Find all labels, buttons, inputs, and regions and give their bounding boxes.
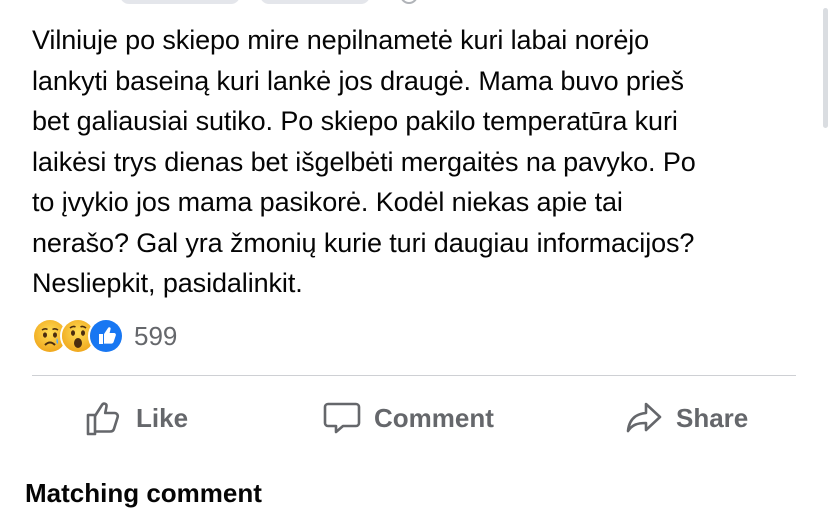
reaction-count: 599 [134,320,178,351]
post-text-line: lankyti baseiną kuri lankė jos draugė. M… [32,65,684,96]
post-actions-bar: Like Comment Share [0,392,828,444]
like-reaction-icon [88,318,124,354]
share-button[interactable]: Share [624,392,748,444]
post-text-line: Nesliepkit, pasidalinkit. [32,268,303,298]
truncated-header-placeholder [120,0,240,4]
post-text-line: bet galiausiai sutiko. Po skiepo pakilo … [32,106,678,136]
post-text: Vilniuje po skiepo mire nepilnametė kuri… [32,20,802,304]
share-label: Share [676,402,749,433]
scrollbar[interactable] [823,8,828,128]
comment-button[interactable]: Comment [322,392,494,444]
previous-content-fragment [120,0,480,6]
matching-comment-heading: Matching comment [25,478,262,508]
comment-bubble-icon [323,402,361,434]
share-arrow-icon [626,402,662,433]
comment-label: Comment [374,402,494,433]
like-label: Like [136,402,189,433]
post-text-line: Vilniuje po skiepo mire nepilnametė kuri… [32,25,650,55]
thumbs-up-icon [86,402,120,436]
post-text-line: laikėsi trys dienas bet išgelbėti mergai… [32,146,696,177]
privacy-icon [400,0,418,4]
action-divider [32,375,796,376]
post-text-line: nerašo? Gal yra žmonių kurie turi daugia… [32,227,695,258]
like-button[interactable]: Like [84,392,188,444]
truncated-header-placeholder [260,0,370,4]
reactions-summary[interactable]: 599 [32,318,177,354]
post-text-line: to įvykio jos mama pasikorė. Kodėl nieka… [32,187,623,217]
